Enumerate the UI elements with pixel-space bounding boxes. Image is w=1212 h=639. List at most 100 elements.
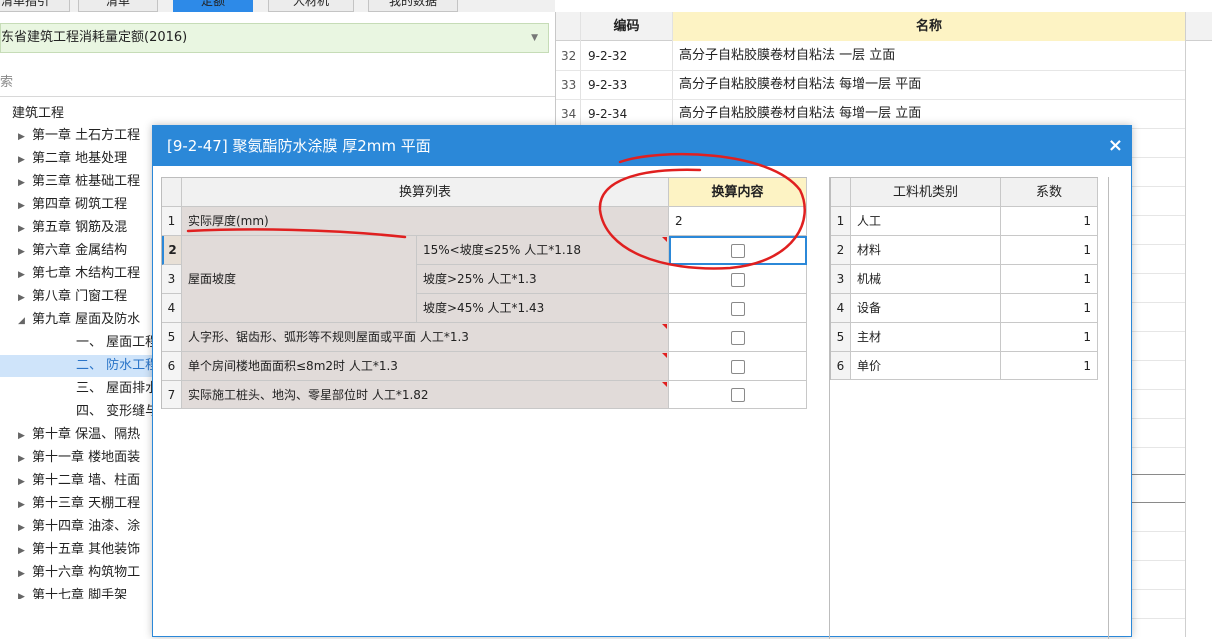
conv-row-label: 15%<坡度≤25% 人工*1.18 — [417, 236, 669, 265]
tab-materials[interactable]: 人材机 — [268, 0, 354, 12]
top-tab-strip: 清单指引 清单 定额 人材机 我的数据 — [0, 0, 555, 12]
collapse-arrow-icon[interactable]: ◢ — [18, 310, 32, 332]
row-number: 5 — [162, 323, 182, 352]
tree-chapter-5[interactable]: ▶ 第五章 钢筋及混 — [18, 217, 127, 239]
tree-chapter-15[interactable]: ▶ 第十五章 其他装饰 — [18, 539, 140, 561]
expand-arrow-icon[interactable]: ▶ — [18, 195, 32, 217]
tree-sub-label: 四、 变形缝与 — [76, 404, 159, 419]
tree-chapter-9[interactable]: ◢ 第九章 屋面及防水 — [18, 309, 140, 331]
category-name: 机械 — [851, 265, 1001, 294]
row-number: 34 — [561, 107, 577, 121]
checkbox[interactable] — [731, 388, 745, 402]
grid-header: 编码 名称 — [556, 12, 1212, 41]
tree-chapter-3[interactable]: ▶ 第三章 桩基础工程 — [18, 171, 140, 193]
row-name: 高分子自粘胶膜卷材自粘法 每增一层 立面 — [679, 106, 922, 121]
close-icon[interactable]: × — [1108, 126, 1123, 166]
expand-arrow-icon[interactable]: ▶ — [18, 540, 32, 562]
tab-my-data[interactable]: 我的数据 — [368, 0, 458, 12]
tree-chapter-2[interactable]: ▶ 第二章 地基处理 — [18, 148, 127, 170]
grid-header-name[interactable]: 名称 — [673, 12, 1185, 41]
table-row[interactable]: 32 9-2-32 高分子自粘胶膜卷材自粘法 一层 立面 — [556, 42, 1185, 70]
tab-list[interactable]: 清单 — [78, 0, 158, 12]
expand-arrow-icon[interactable]: ▶ — [18, 425, 32, 447]
library-select[interactable]: 东省建筑工程消耗量定额(2016) ▼ — [0, 23, 549, 53]
checkbox[interactable] — [731, 331, 745, 345]
coef-value[interactable]: 1 — [1001, 265, 1098, 294]
expand-arrow-icon[interactable]: ▶ — [18, 517, 32, 539]
row-name: 高分子自粘胶膜卷材自粘法 每增一层 平面 — [679, 77, 922, 92]
coef-value[interactable]: 1 — [1001, 207, 1098, 236]
tree-sub-label: 二、 防水工程 — [76, 358, 159, 373]
tree-chapter-11[interactable]: ▶ 第十一章 楼地面装 — [18, 447, 140, 469]
row-code: 9-2-32 — [588, 49, 628, 63]
row-number: 1 — [831, 207, 851, 236]
expand-arrow-icon[interactable]: ▶ — [18, 448, 32, 470]
checkbox[interactable] — [731, 244, 745, 258]
expand-arrow-icon[interactable]: ▶ — [18, 586, 32, 599]
row-number: 7 — [162, 381, 182, 409]
tree-chapter-label: 第二章 地基处理 — [32, 151, 128, 166]
search-input[interactable]: 索 — [0, 69, 555, 97]
tree-chapter-label: 第三章 桩基础工程 — [32, 174, 141, 189]
expand-arrow-icon[interactable]: ▶ — [18, 563, 32, 585]
tree-sub-label: 一、 屋面工程 — [76, 335, 159, 350]
library-select-value: 东省建筑工程消耗量定额(2016) — [1, 30, 188, 45]
grid-header-code[interactable]: 编码 — [581, 12, 672, 41]
checkbox[interactable] — [731, 302, 745, 316]
expand-arrow-icon[interactable]: ▶ — [18, 287, 32, 309]
tree-sub-2-selected[interactable]: 二、 防水工程 — [0, 355, 158, 377]
tree-chapter-label: 第四章 砌筑工程 — [32, 197, 128, 212]
slope-group-label: 屋面坡度 — [182, 236, 417, 323]
expand-arrow-icon[interactable]: ▶ — [18, 471, 32, 493]
coef-value[interactable]: 1 — [1001, 352, 1098, 380]
row-code: 9-2-33 — [588, 78, 628, 92]
expand-arrow-icon[interactable]: ▶ — [18, 126, 32, 148]
tree-chapter-6[interactable]: ▶ 第六章 金属结构 — [18, 240, 127, 262]
expand-arrow-icon[interactable]: ▶ — [18, 241, 32, 263]
expand-arrow-icon[interactable]: ▶ — [18, 218, 32, 240]
tree-chapter-13[interactable]: ▶ 第十三章 天棚工程 — [18, 493, 140, 515]
expand-arrow-icon[interactable]: ▶ — [18, 494, 32, 516]
tree-chapter-4[interactable]: ▶ 第四章 砌筑工程 — [18, 194, 127, 216]
expand-arrow-icon[interactable]: ▶ — [18, 172, 32, 194]
tree-sub-4[interactable]: 四、 变形缝与 — [76, 401, 158, 423]
coef-value[interactable]: 1 — [1001, 294, 1098, 323]
category-header: 工料机类别 — [851, 178, 1001, 207]
tab-list-guide[interactable]: 清单指引 — [0, 0, 70, 12]
checkbox[interactable] — [731, 360, 745, 374]
dialog-titlebar[interactable]: [9-2-47] 聚氨酯防水涂膜 厚2mm 平面 × — [153, 126, 1131, 166]
thickness-input[interactable]: 2 — [669, 207, 807, 236]
row-number: 4 — [831, 294, 851, 323]
tree-chapter-7[interactable]: ▶ 第七章 木结构工程 — [18, 263, 140, 285]
tree-chapter-10[interactable]: ▶ 第十章 保温、隔热 — [18, 424, 140, 446]
expand-arrow-icon[interactable]: ▶ — [18, 149, 32, 171]
tree-chapter-label: 第七章 木结构工程 — [32, 266, 141, 281]
coef-value[interactable]: 1 — [1001, 323, 1098, 352]
tree-chapter-label: 第九章 屋面及防水 — [32, 312, 141, 327]
row-number: 3 — [831, 265, 851, 294]
tree-chapter-16[interactable]: ▶ 第十六章 构筑物工 — [18, 562, 140, 584]
tree-chapter-8[interactable]: ▶ 第八章 门窗工程 — [18, 286, 127, 308]
tree-chapter-14[interactable]: ▶ 第十四章 油漆、涂 — [18, 516, 140, 538]
tree-sub-3[interactable]: 三、 屋面排水 — [76, 378, 158, 400]
tree-chapter-12[interactable]: ▶ 第十二章 墙、柱面 — [18, 470, 140, 492]
tab-quota[interactable]: 定额 — [173, 0, 253, 12]
row-number: 33 — [561, 78, 577, 92]
tree-sub-1[interactable]: 一、 屋面工程 — [76, 332, 158, 354]
corner-cell — [162, 178, 182, 207]
category-name: 人工 — [851, 207, 1001, 236]
table-row[interactable]: 34 9-2-34 高分子自粘胶膜卷材自粘法 每增一层 立面 — [556, 100, 1185, 128]
expand-arrow-icon[interactable]: ▶ — [18, 264, 32, 286]
tree-root[interactable]: 建筑工程 — [12, 103, 64, 125]
tree-chapter-1[interactable]: ▶ 第一章 土石方工程 — [18, 125, 140, 147]
tree-root-label: 建筑工程 — [12, 106, 65, 121]
row-name: 高分子自粘胶膜卷材自粘法 一层 立面 — [679, 48, 896, 63]
table-row[interactable]: 33 9-2-33 高分子自粘胶膜卷材自粘法 每增一层 平面 — [556, 71, 1185, 99]
tree-chapter-label: 第五章 钢筋及混 — [32, 220, 128, 235]
coef-value[interactable]: 1 — [1001, 236, 1098, 265]
row-number: 6 — [831, 352, 851, 380]
checkbox[interactable] — [731, 273, 745, 287]
category-table: 工料机类别 系数 1 人工 1 2 材料 1 3 机械 1 4 设备 1 5 主… — [830, 177, 1098, 380]
row-number: 1 — [162, 207, 182, 236]
tree-chapter-17[interactable]: ▶ 第十七章 脚手架 — [18, 585, 127, 599]
